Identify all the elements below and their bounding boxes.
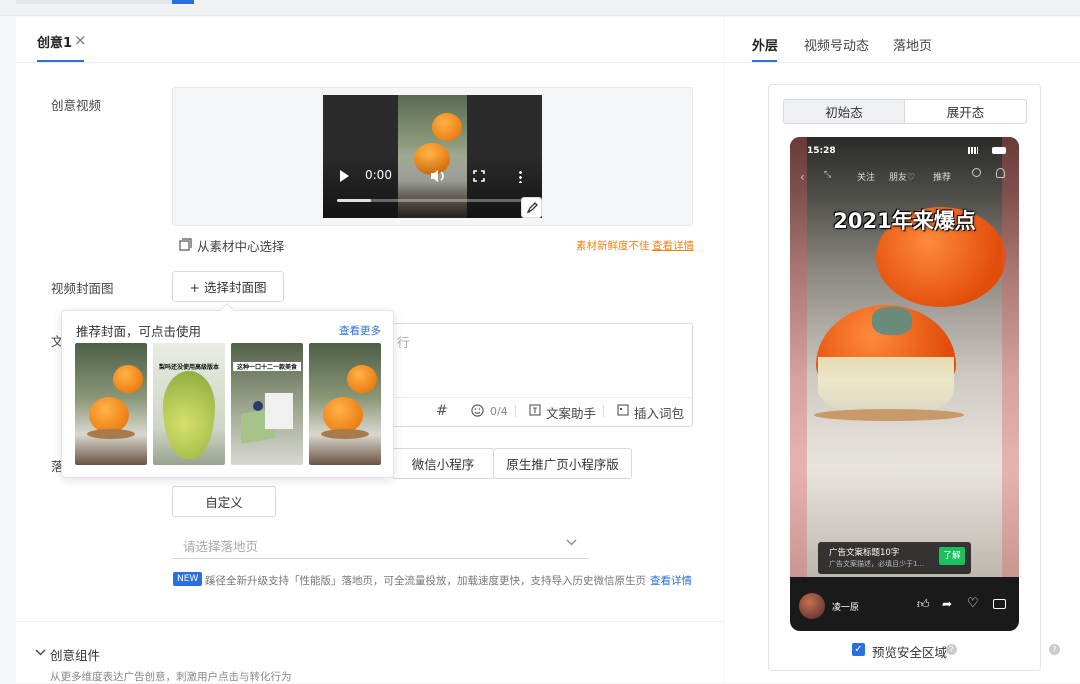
- unsafe-area-left: [790, 137, 807, 577]
- new-badge: NEW: [173, 572, 203, 586]
- material-library-icon[interactable]: [179, 238, 192, 251]
- rocket-icon[interactable]: [521, 197, 542, 218]
- base-shape: [814, 409, 964, 421]
- text-assistant-icon[interactable]: [529, 404, 541, 416]
- tab-creative-1[interactable]: 创意1: [37, 32, 72, 51]
- ad-desc: 广告文案描述，必填且少于1...: [829, 560, 925, 568]
- video-controls-gradient: [323, 155, 542, 218]
- select-cover-button[interactable]: + 选择封面图: [172, 271, 284, 302]
- help-icon[interactable]: ?: [1049, 644, 1060, 655]
- emoji-icon[interactable]: [471, 404, 484, 417]
- persimmon-cut: [818, 357, 954, 417]
- unsafe-area-right: [1002, 137, 1019, 577]
- fullscreen-icon[interactable]: [473, 170, 485, 182]
- landing-option-wechat-mini[interactable]: 微信小程序: [392, 448, 494, 479]
- collapse-icon: ⤡: [824, 170, 832, 180]
- copy-placeholder: 行: [397, 335, 410, 350]
- plate-shape: [321, 429, 369, 439]
- phone-preview: 15:28 ‹ ⤡ 关注 朋友♡ 推荐 2021年来爆点 广告文案标题10字 广…: [790, 137, 1019, 631]
- video-player[interactable]: 0:00: [323, 95, 542, 218]
- landing-option-native-mini[interactable]: 原生推广页小程序版: [493, 448, 632, 479]
- creative-component-desc: 从更多维度表达广告创意，刺激用户点击与转化行为: [50, 671, 292, 683]
- popover-more-link[interactable]: 查看更多: [339, 323, 381, 338]
- volume-icon[interactable]: [430, 169, 446, 183]
- heart-icon: ♡: [967, 596, 979, 611]
- hashtag-icon[interactable]: #: [436, 403, 448, 419]
- divider: [16, 621, 724, 622]
- more-icon[interactable]: [519, 170, 522, 183]
- cake-shape: [265, 393, 293, 429]
- video-time: 0:00: [365, 168, 392, 182]
- phone-headline: 2021年来爆点: [833, 209, 976, 233]
- insert-word-pack-button[interactable]: 插入词包: [634, 403, 684, 422]
- orange-shape: [89, 397, 129, 433]
- phone-username: 凌一原: [832, 603, 860, 613]
- state-expanded-button[interactable]: 展开态: [904, 99, 1027, 124]
- orange-shape: [432, 113, 462, 141]
- battery-icon: [992, 147, 1006, 154]
- cover-thumbnail[interactable]: [75, 343, 147, 465]
- chevron-down-icon[interactable]: [35, 649, 46, 656]
- search-icon: [972, 168, 981, 177]
- cover-thumbnail[interactable]: [309, 343, 381, 465]
- pear-shape: [163, 371, 215, 459]
- plate-shape: [87, 429, 135, 439]
- toolbar-sep: [603, 405, 604, 417]
- orange-shape: [323, 397, 363, 433]
- cover-label: 视频封面图: [51, 281, 114, 296]
- signal-icon: [968, 147, 978, 154]
- notice-detail-link[interactable]: 查看详情: [650, 573, 692, 588]
- ad-cta-button: 了解: [939, 547, 965, 565]
- creative-component-title[interactable]: 创意组件: [50, 645, 100, 664]
- freshness-detail-link[interactable]: 查看详情: [652, 238, 694, 253]
- copy-toolbar-divider: [391, 397, 692, 398]
- popover-title: 推荐封面，可点击使用: [76, 324, 202, 339]
- landing-select-placeholder: 请选择落地页: [183, 539, 259, 554]
- top-tab-indicator: [16, 0, 194, 4]
- comment-icon: [993, 599, 1006, 609]
- divider: [16, 62, 724, 63]
- play-icon[interactable]: [340, 170, 349, 182]
- thumb-caption: 梨吗还没使用高级版本: [158, 364, 219, 371]
- top-strip: [0, 0, 1080, 16]
- freshness-warning: 素材新鲜度不佳: [576, 240, 650, 252]
- phone-nav-friends: 朋友♡: [889, 173, 916, 183]
- share-icon: ➦: [942, 597, 953, 611]
- phone-nav-follow: 关注: [857, 173, 876, 183]
- thumb-caption: 这种一口十二一款美食: [233, 362, 301, 371]
- insert-word-icon[interactable]: [617, 404, 629, 416]
- top-tab-indicator-active: [172, 0, 194, 4]
- cover-thumbnail[interactable]: 梨吗还没使用高级版本: [153, 343, 225, 465]
- progress-buffered: [337, 199, 371, 202]
- tab-outer[interactable]: 外层: [752, 35, 778, 54]
- help-icon[interactable]: ?: [946, 644, 957, 655]
- creative-video-label: 创意视频: [51, 98, 102, 113]
- material-center-link[interactable]: 从素材中心选择: [197, 236, 285, 255]
- copy-assistant-button[interactable]: 文案助手: [546, 403, 596, 422]
- tab-landing-page[interactable]: 落地页: [893, 35, 932, 54]
- avatar: [799, 593, 825, 619]
- tab-channel-feed[interactable]: 视频号动态: [804, 35, 869, 54]
- toolbar-sep: [515, 405, 516, 417]
- notice-text: 蹊径全新升级支持「性能版」落地页，可全流量投放，加载速度更快，支持导入历史微信原…: [205, 575, 646, 587]
- safe-area-label[interactable]: 预览安全区域: [872, 642, 947, 661]
- orange-shape: [347, 365, 377, 393]
- divider: [725, 62, 1080, 63]
- profile-icon: [996, 168, 1005, 178]
- back-icon: ‹: [800, 170, 805, 184]
- copy-count: 0/4: [490, 405, 508, 418]
- state-initial-button[interactable]: 初始态: [783, 99, 905, 124]
- cover-thumbnail[interactable]: 这种一口十二一款美食: [231, 343, 303, 465]
- close-icon[interactable]: ×: [74, 31, 87, 49]
- phone-nav-recommend: 推荐: [933, 173, 952, 183]
- ad-title: 广告文案标题10字: [829, 548, 900, 558]
- phone-status-time: 15:28: [807, 146, 836, 156]
- landing-option-custom[interactable]: 自定义: [172, 486, 276, 517]
- chevron-down-icon[interactable]: [566, 539, 577, 546]
- safe-area-checkbox[interactable]: ✓: [852, 643, 865, 656]
- berry-shape: [253, 401, 263, 411]
- orange-shape: [113, 365, 143, 393]
- leaf-shape: [872, 307, 912, 335]
- like-icon: 👍︎: [917, 597, 930, 611]
